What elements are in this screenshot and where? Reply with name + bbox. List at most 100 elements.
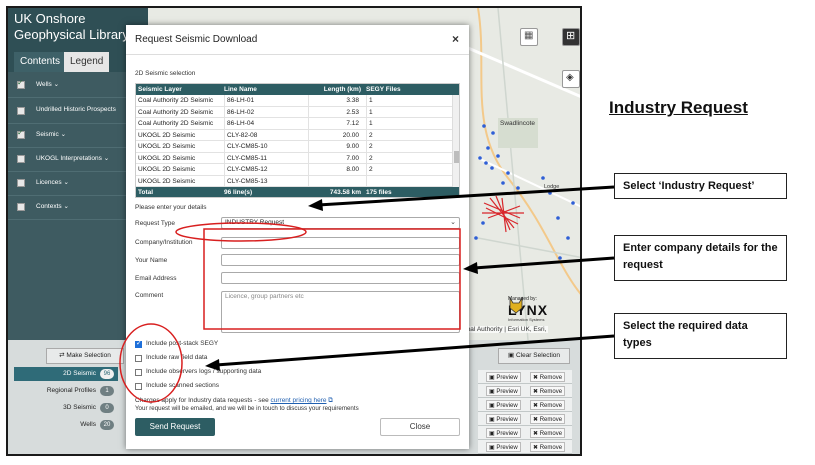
remove-button[interactable]: ✖ Remove <box>530 428 566 438</box>
layer-label: Seismic <box>36 131 59 138</box>
company-field[interactable] <box>221 237 460 249</box>
selection-count: 96 <box>100 369 114 379</box>
layer-checkbox[interactable] <box>17 179 25 187</box>
layer-label: Wells <box>36 81 52 88</box>
checkbox[interactable] <box>135 355 142 362</box>
grid-view-button[interactable]: ▦ <box>520 28 538 46</box>
table-row: Coal Authority 2D Seismic 86-LH-02 2.53 … <box>136 106 452 118</box>
scrollbar-thumb[interactable] <box>454 151 459 163</box>
table-cell: 86-LH-02 <box>224 106 308 118</box>
checkbox[interactable] <box>135 383 142 390</box>
layer-checkbox[interactable] <box>17 203 25 211</box>
layer-label: Licences <box>36 179 62 186</box>
layer-checkbox[interactable] <box>17 78 25 89</box>
callout-data-types: Select the required data types <box>614 313 787 359</box>
request-type-value: INDUSTRY Request <box>225 219 285 226</box>
preview-button[interactable]: ▣ Preview <box>486 372 521 382</box>
selection-label: Wells <box>80 421 96 428</box>
callout-company-details: Enter company details for the request <box>614 235 787 281</box>
make-selection-button[interactable]: ⇄ Make Selection <box>46 348 124 364</box>
table-row: UKOGL 2D Seismic CLY-CM85-12 8.00 2 <box>136 164 452 176</box>
lynx-logo: Managed by: LYNX Information Systems <box>508 296 578 324</box>
comment-label: Comment <box>135 292 164 299</box>
table-cell: 1 <box>366 95 416 107</box>
table-cell <box>366 175 416 187</box>
preview-button[interactable]: ▣ Preview <box>486 428 521 438</box>
preview-button[interactable]: ▣ Preview <box>486 400 521 410</box>
request-download-dialog: Request Seismic Download × 2D Seismic se… <box>126 25 469 449</box>
table-row: UKOGL 2D Seismic CLY-82-08 20.00 2 <box>136 129 452 141</box>
close-button[interactable]: Close <box>380 418 460 436</box>
selection-count: 1 <box>100 386 114 396</box>
selection-regional-profiles[interactable]: Regional Profiles 1 <box>14 384 118 398</box>
layer-checkbox[interactable] <box>17 155 25 163</box>
lynx-cat-icon <box>509 296 523 314</box>
chevron-down-icon[interactable]: ⌄ <box>54 81 59 88</box>
chevron-down-icon[interactable]: ⌄ <box>61 131 66 138</box>
chevron-down-icon: ⌄ <box>450 219 456 226</box>
pricing-link[interactable]: current pricing here <box>271 397 327 404</box>
table-header: Seismic Layer Line Name Length (km) SEGY… <box>136 84 459 95</box>
footer-cell: 96 line(s) <box>224 189 253 196</box>
remove-button[interactable]: ✖ Remove <box>530 372 566 382</box>
remove-icon: ✖ <box>533 417 540 423</box>
table-scrollbar[interactable] <box>452 95 459 187</box>
layers-button[interactable]: ◈ <box>562 70 580 88</box>
tab-legend[interactable]: Legend <box>64 52 110 72</box>
table-cell: UKOGL 2D Seismic <box>138 143 196 150</box>
remove-button[interactable]: ✖ Remove <box>530 442 566 452</box>
seismic-selection-table: Seismic Layer Line Name Length (km) SEGY… <box>135 83 460 198</box>
column-header: SEGY Files <box>366 86 401 93</box>
name-label: Your Name <box>135 257 168 264</box>
layer-checkbox[interactable] <box>17 128 25 139</box>
email-note: Your request will be emailed, and we wil… <box>135 405 359 412</box>
layer-label: UKOGL Interpretations <box>36 155 102 162</box>
apps-button[interactable]: ⊞ <box>562 28 580 46</box>
layer-checkbox[interactable] <box>17 107 25 115</box>
table-cell: 20.00 <box>308 129 361 141</box>
checkbox-label: Include scanned sections <box>146 382 219 389</box>
table-cell: 2.53 <box>308 106 361 118</box>
dialog-title: Request Seismic Download <box>135 34 258 45</box>
table-row: ▣ Preview ✖ Remove <box>478 398 572 412</box>
remove-icon: ✖ <box>533 431 540 437</box>
table-cell: 2 <box>366 152 416 164</box>
close-icon[interactable]: × <box>452 32 459 46</box>
preview-button[interactable]: ▣ Preview <box>486 386 521 396</box>
preview-button[interactable]: ▣ Preview <box>486 442 521 452</box>
selection-3d-seismic[interactable]: 3D Seismic 0 <box>14 401 118 415</box>
table-row: ▣ Preview ✖ Remove <box>478 370 572 384</box>
preview-button[interactable]: ▣ Preview <box>486 414 521 424</box>
request-type-select[interactable]: INDUSTRY Request ⌄ <box>221 217 460 229</box>
table-cell: Coal Authority 2D Seismic <box>138 97 214 104</box>
send-request-button[interactable]: Send Request <box>135 418 215 436</box>
tab-contents[interactable]: Contents <box>14 52 67 72</box>
checkbox[interactable] <box>135 339 142 348</box>
remove-button[interactable]: ✖ Remove <box>530 386 566 396</box>
remove-button[interactable]: ✖ Remove <box>530 400 566 410</box>
page-heading: Industry Request <box>609 98 748 117</box>
name-field[interactable] <box>221 254 460 266</box>
remove-button[interactable]: ✖ Remove <box>530 414 566 424</box>
clear-selection-button[interactable]: ▣ Clear Selection <box>498 348 570 364</box>
table-cell: 2 <box>366 141 416 153</box>
chevron-down-icon[interactable]: ⌄ <box>63 203 68 210</box>
table-cell: 3.38 <box>308 95 361 107</box>
app-screenshot: UK Onshore Geophysical Library Contents … <box>6 6 582 456</box>
checkbox[interactable] <box>135 369 142 376</box>
map-place-label: Swadlincote <box>500 120 536 127</box>
checkbox-label: Include raw field data <box>146 354 208 361</box>
table-cell: 86-LH-04 <box>224 118 308 130</box>
selection-2d-seismic[interactable]: 2D Seismic 96 <box>14 367 118 381</box>
email-field[interactable] <box>221 272 460 284</box>
table-cell: 8.00 <box>308 164 361 176</box>
chevron-down-icon[interactable]: ⌄ <box>63 179 68 186</box>
grid-icon: ▦ <box>524 30 534 41</box>
table-row: UKOGL 2D Seismic CLY-CM85-11 7.00 2 <box>136 152 452 164</box>
comment-textarea[interactable]: Licence, group partners etc <box>221 291 460 333</box>
selection-wells[interactable]: Wells 20 <box>14 418 118 432</box>
section-label: 2D Seismic selection <box>135 70 196 77</box>
layer-label: Undrilled Historic Prospects <box>36 106 116 113</box>
chevron-down-icon[interactable]: ⌄ <box>104 155 109 162</box>
table-cell: 2 <box>366 129 416 141</box>
